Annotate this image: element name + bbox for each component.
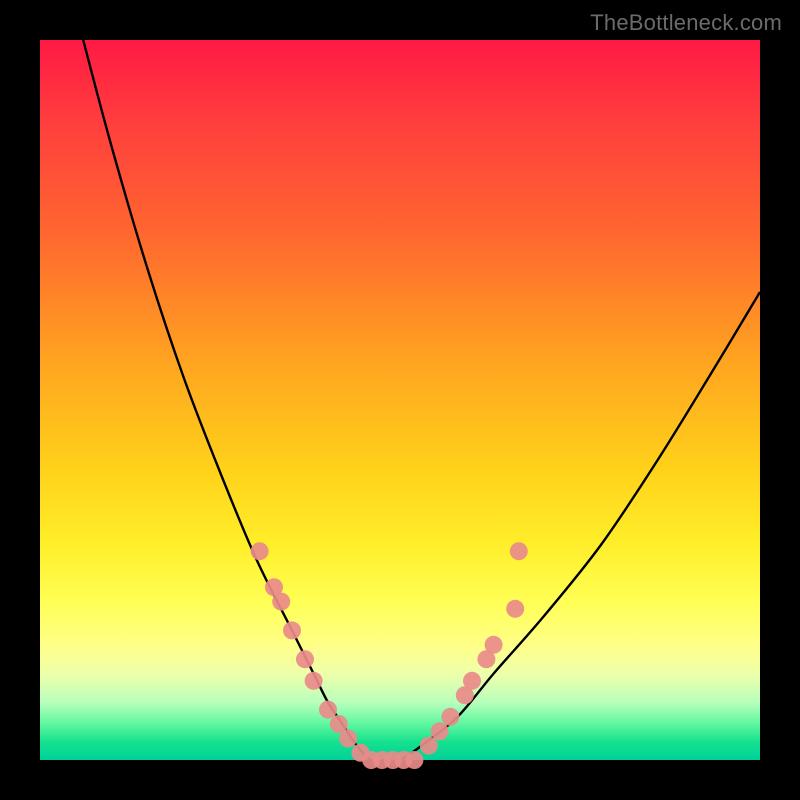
curve-layer (40, 40, 760, 760)
data-marker (305, 672, 323, 690)
data-marker (441, 708, 459, 726)
data-marker (319, 701, 337, 719)
data-marker (251, 542, 269, 560)
data-marker (296, 650, 314, 668)
plot-area (40, 40, 760, 760)
data-marker (485, 636, 503, 654)
marker-layer (251, 542, 528, 769)
data-marker (339, 729, 357, 747)
data-marker (463, 672, 481, 690)
watermark-text: TheBottleneck.com (590, 10, 782, 36)
data-marker (405, 751, 423, 769)
data-marker (420, 737, 438, 755)
chart-frame: TheBottleneck.com (0, 0, 800, 800)
data-marker (283, 621, 301, 639)
data-marker (272, 593, 290, 611)
data-marker (431, 722, 449, 740)
data-marker (506, 600, 524, 618)
bottleneck-curve (83, 40, 760, 761)
data-marker (510, 542, 528, 560)
